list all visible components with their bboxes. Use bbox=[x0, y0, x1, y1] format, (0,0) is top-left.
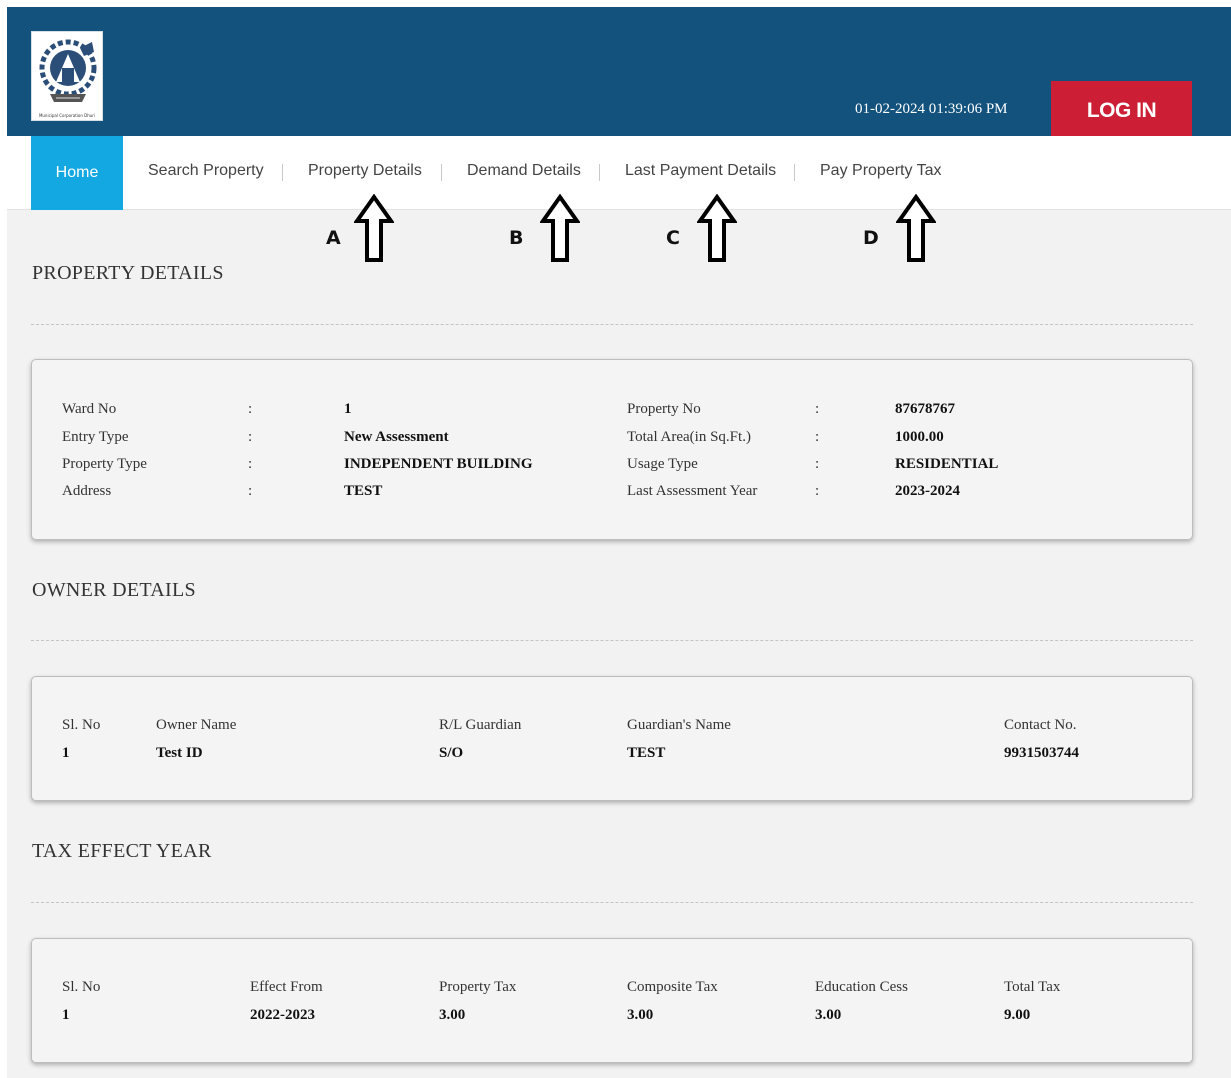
owner-details-card: Sl. No Owner Name R/L Guardian Guardian'… bbox=[31, 676, 1193, 801]
table-cell-contact-no: 9931503744 bbox=[1004, 745, 1079, 761]
field-colon: : bbox=[248, 429, 253, 445]
annotation-label-d: D bbox=[863, 227, 879, 249]
column-header-property-tax: Property Tax bbox=[439, 979, 517, 995]
column-header-owner-name: Owner Name bbox=[156, 717, 237, 733]
field-colon: : bbox=[248, 483, 253, 499]
table-cell-property-tax: 3.00 bbox=[439, 1007, 466, 1023]
logo-caption: Municipal Corporation Dhuri bbox=[38, 113, 96, 118]
field-value-total-area: 1000.00 bbox=[895, 429, 944, 445]
field-label-address: Address bbox=[62, 483, 112, 499]
column-header-education-cess: Education Cess bbox=[815, 979, 908, 995]
field-label-property-no: Property No bbox=[627, 401, 701, 417]
property-details-card: Ward No : 1 Entry Type : New Assessment … bbox=[31, 359, 1193, 540]
nav-separator bbox=[794, 164, 795, 181]
page-content: A B C D PROPERTY DETAILS Ward No : 1 Ent… bbox=[7, 194, 1231, 1078]
section-title-owner-details: OWNER DETAILS bbox=[32, 579, 196, 601]
annotation-label-b: B bbox=[509, 227, 524, 249]
section-divider bbox=[31, 902, 1193, 903]
current-datetime: 01-02-2024 01:39:06 PM bbox=[855, 101, 1008, 117]
field-colon: : bbox=[248, 456, 253, 472]
table-cell-total-tax: 9.00 bbox=[1004, 1007, 1031, 1023]
field-label-property-type: Property Type bbox=[62, 456, 147, 472]
field-label-total-area: Total Area(in Sq.Ft.) bbox=[627, 429, 751, 445]
field-label-last-assessment-year: Last Assessment Year bbox=[627, 483, 758, 499]
app-header: Municipal Corporation Dhuri 01-02-2024 0… bbox=[7, 7, 1231, 136]
field-value-last-assessment-year: 2023-2024 bbox=[895, 483, 960, 499]
tax-effect-card: Sl. No Effect From Property Tax Composit… bbox=[31, 938, 1193, 1063]
annotation-label-a: A bbox=[326, 227, 341, 249]
nav-item-home[interactable]: Home bbox=[31, 136, 123, 210]
table-cell-composite-tax: 3.00 bbox=[627, 1007, 654, 1023]
arrow-up-outline-icon bbox=[896, 194, 936, 262]
column-header-composite-tax: Composite Tax bbox=[627, 979, 718, 995]
column-header-total-tax: Total Tax bbox=[1004, 979, 1061, 995]
column-header-sl-no: Sl. No bbox=[62, 979, 101, 995]
table-cell-effect-from: 2022-2023 bbox=[250, 1007, 315, 1023]
column-header-rl-guardian: R/L Guardian bbox=[439, 717, 522, 733]
nav-item-demand-details[interactable]: Demand Details bbox=[467, 162, 581, 180]
login-button[interactable]: LOG IN bbox=[1051, 81, 1192, 136]
field-colon: : bbox=[815, 429, 820, 445]
table-cell-owner-name: Test ID bbox=[156, 745, 203, 761]
field-label-entry-type: Entry Type bbox=[62, 429, 129, 445]
table-cell-guardian-name: TEST bbox=[627, 745, 666, 761]
section-divider bbox=[31, 324, 1193, 325]
nav-item-search-property[interactable]: Search Property bbox=[148, 162, 264, 180]
nav-separator bbox=[441, 164, 442, 181]
field-colon: : bbox=[815, 456, 820, 472]
field-colon: : bbox=[815, 401, 820, 417]
field-value-entry-type: New Assessment bbox=[344, 429, 449, 445]
municipal-logo[interactable]: Municipal Corporation Dhuri bbox=[31, 31, 103, 121]
column-header-contact-no: Contact No. bbox=[1004, 717, 1077, 733]
main-navbar: Home Search Property Property Details De… bbox=[7, 136, 1231, 210]
field-colon: : bbox=[248, 401, 253, 417]
section-divider bbox=[31, 640, 1193, 641]
table-cell-sl-no: 1 bbox=[62, 745, 70, 761]
field-value-property-type: INDEPENDENT BUILDING bbox=[344, 456, 533, 472]
nav-separator bbox=[282, 164, 283, 181]
column-header-sl-no: Sl. No bbox=[62, 717, 101, 733]
field-label-usage-type: Usage Type bbox=[627, 456, 698, 472]
field-value-ward-no: 1 bbox=[344, 401, 352, 417]
field-value-usage-type: RESIDENTIAL bbox=[895, 456, 999, 472]
nav-separator bbox=[599, 164, 600, 181]
nav-item-last-payment-details[interactable]: Last Payment Details bbox=[625, 162, 776, 180]
section-title-property-details: PROPERTY DETAILS bbox=[32, 262, 224, 284]
field-label-ward-no: Ward No bbox=[62, 401, 117, 417]
nav-item-pay-property-tax[interactable]: Pay Property Tax bbox=[820, 162, 942, 180]
arrow-up-outline-icon bbox=[540, 194, 580, 262]
table-cell-education-cess: 3.00 bbox=[815, 1007, 842, 1023]
municipal-emblem-icon bbox=[39, 39, 97, 102]
table-cell-sl-no: 1 bbox=[62, 1007, 70, 1023]
arrow-up-outline-icon bbox=[697, 194, 737, 262]
field-colon: : bbox=[815, 483, 820, 499]
nav-item-property-details[interactable]: Property Details bbox=[308, 162, 422, 180]
column-header-guardian-name: Guardian's Name bbox=[627, 717, 731, 733]
field-value-address: TEST bbox=[344, 483, 383, 499]
annotation-label-c: C bbox=[666, 227, 680, 249]
column-header-effect-from: Effect From bbox=[250, 979, 323, 995]
arrow-up-outline-icon bbox=[354, 194, 394, 262]
section-title-tax-effect-year: TAX EFFECT YEAR bbox=[32, 840, 212, 862]
table-cell-rl-guardian: S/O bbox=[439, 745, 464, 761]
field-value-property-no: 87678767 bbox=[895, 401, 955, 417]
